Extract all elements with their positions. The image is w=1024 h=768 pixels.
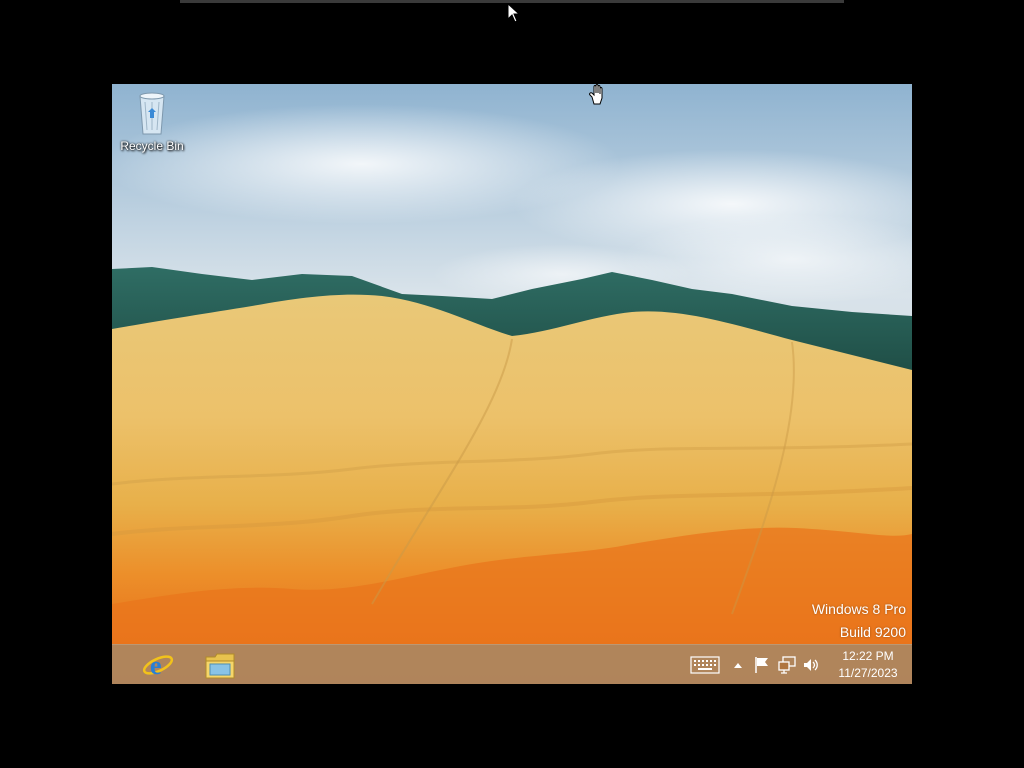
watermark-edition: Windows 8 Pro	[811, 601, 906, 617]
recycle-bin-icon	[139, 92, 165, 135]
arrow-cursor-icon	[507, 3, 521, 23]
svg-text:e: e	[150, 651, 162, 680]
show-hidden-icons-button[interactable]	[732, 656, 744, 674]
internet-explorer-icon: e	[142, 651, 174, 680]
show-hidden-icons-icon	[734, 663, 742, 668]
hand-cursor-icon	[589, 84, 603, 105]
recycle-bin-label: Recycle Bin	[120, 139, 184, 153]
volume-button[interactable]	[802, 656, 820, 674]
action-center-button[interactable]	[754, 656, 770, 674]
taskbar-file-explorer-button[interactable]	[198, 648, 242, 682]
watermark-build: Build 9200	[839, 624, 906, 640]
network-button[interactable]	[778, 656, 796, 674]
touch-keyboard-icon	[690, 656, 720, 674]
desktop-wallpaper	[112, 84, 912, 684]
touch-keyboard-button[interactable]	[690, 656, 720, 674]
desktop-screen: Recycle Bin Windows 8 Pro Build 9200 e 1…	[112, 84, 912, 684]
taskbar-clock[interactable]: 12:22 PM 11/27/2023	[828, 648, 908, 682]
action-center-flag-icon	[755, 657, 768, 673]
volume-icon	[804, 659, 818, 671]
network-icon	[778, 656, 796, 674]
clock-date: 11/27/2023	[838, 666, 898, 680]
taskbar: e 12:22 PM 11/27/2023	[112, 644, 912, 684]
windows-watermark: Windows 8 Pro Build 9200	[812, 598, 906, 644]
clock-time: 12:22 PM	[842, 649, 894, 663]
taskbar-internet-explorer-button[interactable]: e	[136, 648, 180, 682]
recycle-bin-shortcut[interactable]: Recycle Bin	[118, 90, 186, 160]
file-explorer-icon	[205, 653, 235, 679]
